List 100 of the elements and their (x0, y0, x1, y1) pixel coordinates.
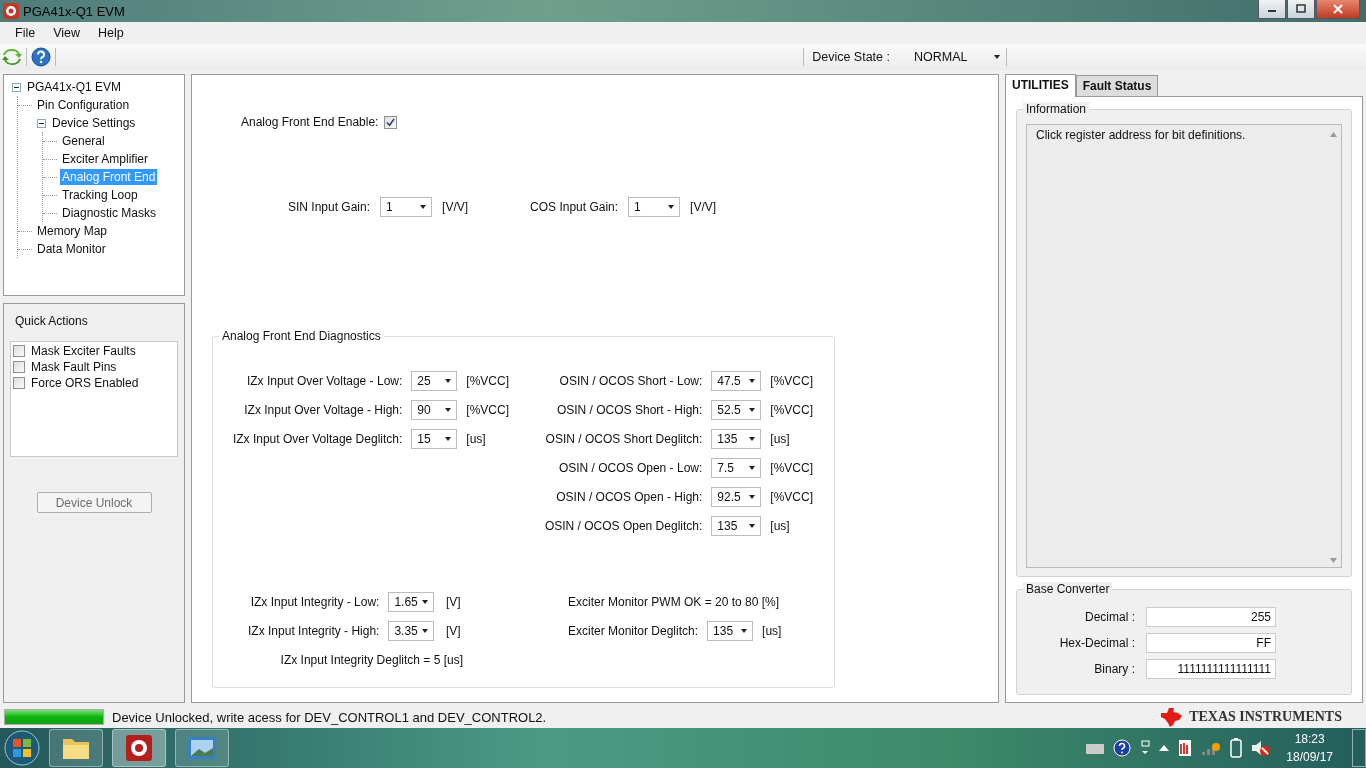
dropdown[interactable]: 3.35 (388, 621, 435, 641)
dropdown[interactable]: 135 (711, 516, 762, 536)
status-message: Device Unlocked, write acess for DEV_CONTROL1 and DEV_CONTROL2. (112, 709, 547, 725)
device-state-dropdown[interactable]: NORMAL (914, 50, 1002, 64)
menu-item[interactable]: File (7, 24, 44, 42)
unit-label: [V] (445, 624, 462, 638)
field-label: COS Input Gain: (530, 200, 619, 214)
app-logo-icon (3, 3, 19, 19)
clock-time: 18:23 (1294, 732, 1325, 746)
unit-label: [V/V] (442, 200, 469, 214)
battery-icon[interactable] (1230, 738, 1243, 758)
maximize-icon (1296, 4, 1306, 14)
menu-item[interactable]: Help (90, 24, 132, 42)
info-text: Exciter Monitor PWM OK = 20 to 80 [%] (568, 595, 781, 609)
refresh-icon[interactable] (2, 47, 22, 67)
dropdown[interactable]: 135 (707, 621, 754, 641)
field-label: OSIN / OCOS Open Deglitch: (544, 519, 703, 533)
taskbar-app[interactable] (49, 729, 103, 767)
caret-icon (422, 629, 429, 633)
collapse-icon[interactable] (12, 82, 21, 92)
network-icon[interactable] (1201, 740, 1222, 756)
checkbox[interactable] (13, 345, 25, 357)
group-title: Information (1023, 102, 1090, 116)
window-switch-icon[interactable] (1140, 740, 1151, 756)
tab[interactable]: UTILITIES (1005, 74, 1076, 97)
tree-item[interactable]: Memory Map (35, 223, 109, 239)
caret-icon (749, 437, 756, 441)
clock[interactable]: 18:23 18/09/17 (1286, 732, 1333, 764)
input-field[interactable]: 1111111111111111 (1146, 659, 1276, 679)
unit-label: [%VCC] (466, 374, 509, 388)
group-title: Base Converter (1023, 582, 1113, 596)
caret-icon (749, 524, 756, 528)
unit-label: [%VCC] (770, 490, 813, 504)
field-label: Binary : (1093, 662, 1135, 676)
dropdown[interactable]: 92.5 (711, 487, 762, 507)
unit-label: [us] (762, 624, 782, 638)
input-field[interactable]: 255 (1146, 607, 1276, 627)
dropdown[interactable]: 135 (711, 429, 762, 449)
checkbox-label[interactable]: Mask Exciter Faults (31, 344, 136, 358)
panel-title: Quick Actions (15, 314, 89, 328)
tree-item[interactable]: PGA41x-Q1 EVM (25, 79, 124, 95)
tree-item[interactable]: Exciter Amplifier (60, 151, 151, 167)
dropdown[interactable]: 52.5 (711, 400, 762, 420)
dropdown[interactable]: 7.5 (711, 458, 762, 478)
dropdown[interactable]: 1 (380, 197, 433, 217)
dropdown[interactable]: 90 (411, 400, 458, 420)
tree-item[interactable]: Data Monitor (35, 241, 108, 257)
caret-icon (741, 629, 748, 633)
dropdown[interactable]: 25 (411, 371, 458, 391)
taskbar-app[interactable] (112, 729, 166, 767)
checkbox-label[interactable]: Force ORS Enabled (31, 376, 139, 390)
unit-label: [V] (445, 595, 462, 609)
device-unlock-button[interactable]: Device Unlock (36, 492, 152, 513)
field-label: IZx Input Over Voltage - High: (243, 403, 403, 417)
field-label: OSIN / OCOS Open - High: (555, 490, 703, 504)
show-desktop-button[interactable] (1352, 729, 1366, 767)
input-field[interactable]: FF (1146, 633, 1276, 653)
checkbox[interactable] (13, 377, 25, 389)
tree-item[interactable]: General (60, 133, 107, 149)
field-label: Analog Front End Enable: (241, 115, 379, 129)
help-icon[interactable] (31, 47, 51, 67)
taskbar-app[interactable] (175, 729, 229, 767)
caret-icon (749, 495, 756, 499)
dropdown[interactable]: 47.5 (711, 371, 762, 391)
caret-icon (422, 600, 429, 604)
close-button[interactable] (1316, 0, 1360, 19)
minimize-button[interactable] (1258, 0, 1286, 19)
app-logo-icon (125, 734, 153, 762)
tree-item[interactable]: Device Settings (50, 115, 138, 131)
close-icon (1333, 4, 1343, 14)
field-label: IZx Input Over Voltage Deglitch: (232, 432, 403, 446)
checkbox[interactable] (384, 115, 398, 129)
caret-icon (749, 379, 756, 383)
tree-item[interactable]: Pin Configuration (35, 97, 132, 113)
speaker-muted-icon[interactable] (1251, 739, 1272, 757)
field-label: OSIN / OCOS Short - Low: (558, 374, 703, 388)
maximize-button[interactable] (1287, 0, 1315, 19)
dropdown[interactable]: 15 (411, 429, 458, 449)
tree-item[interactable]: Diagnostic Masks (60, 205, 159, 221)
field-label: IZx Input Integrity - Low: (249, 595, 380, 609)
tab[interactable]: Fault Status (1075, 75, 1159, 96)
checkbox[interactable] (13, 361, 25, 373)
clock-date: 18/09/17 (1286, 750, 1333, 764)
checkbox-label[interactable]: Mask Fault Pins (31, 360, 117, 374)
company-logo-text: TEXAS INSTRUMENTS (1189, 709, 1342, 725)
collapse-icon[interactable] (37, 118, 46, 128)
info-text: Click register address for bit definitions. (1036, 128, 1246, 144)
power-meter-icon[interactable] (1178, 739, 1193, 757)
start-button[interactable] (4, 730, 40, 766)
field-label: Decimal : (1084, 610, 1135, 624)
caret-icon (749, 408, 756, 412)
dropdown[interactable]: 1.65 (388, 592, 435, 612)
dropdown[interactable]: 1 (628, 197, 681, 217)
show-hidden-icons-icon[interactable] (1159, 745, 1170, 751)
tree-item[interactable]: Tracking Loop (60, 187, 140, 203)
caret-icon (668, 205, 675, 209)
menu-item[interactable]: View (45, 24, 89, 42)
unit-label: [us] (466, 432, 487, 446)
picture-icon (186, 735, 218, 761)
field-label: OSIN / OCOS Open - Low: (557, 461, 703, 475)
